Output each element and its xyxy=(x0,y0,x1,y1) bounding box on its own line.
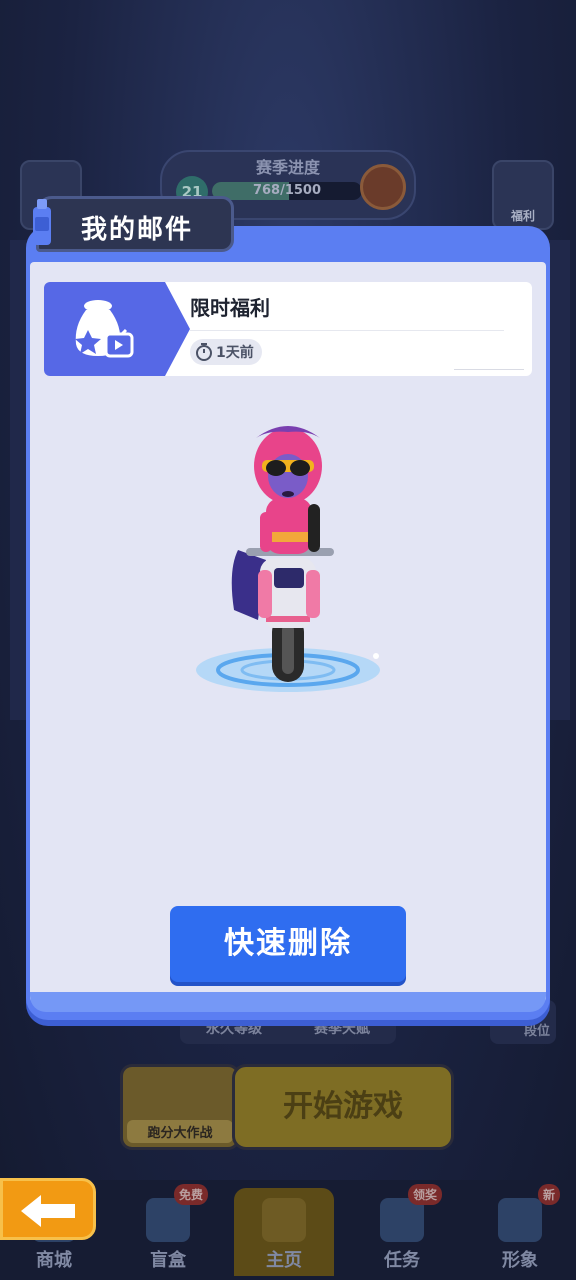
start-game-button: 开始游戏 xyxy=(232,1064,454,1150)
quick-delete-button[interactable]: 快速删除 xyxy=(170,906,406,982)
back-button[interactable] xyxy=(0,1178,96,1240)
season-reward-icon xyxy=(360,164,406,210)
season-progress-count: 768/1500 xyxy=(252,183,322,198)
nav-badge-reward: 领奖 xyxy=(407,1184,442,1205)
mail-item-title: 限时福利 xyxy=(190,296,270,320)
nav-item-home: 主页 xyxy=(234,1188,334,1276)
clock-icon xyxy=(196,343,212,361)
nav-label-shop: 商城 xyxy=(36,1250,72,1271)
nav-badge-free: 免费 xyxy=(173,1184,208,1205)
rank-label: 段位 xyxy=(523,1024,550,1039)
mail-item-time-text: 1天前 xyxy=(216,345,254,361)
gift-bag-video-icon xyxy=(75,300,134,358)
back-arrow-icon xyxy=(21,1195,75,1227)
mail-item-time: 1天前 xyxy=(190,339,262,365)
game-mode-label: 跑分大作战 xyxy=(127,1120,233,1143)
nav-item-tasks: 领奖 任务 xyxy=(352,1184,452,1276)
nav-label-avatar: 形象 xyxy=(502,1250,538,1271)
avatar-hat-icon xyxy=(498,1198,542,1242)
mail-dialog-title-tag: 我的邮件 xyxy=(33,196,234,252)
mail-item-divider xyxy=(190,330,504,331)
nav-label-home: 主页 xyxy=(266,1250,302,1271)
nav-badge-new: 新 xyxy=(537,1184,560,1205)
nav-item-avatar: 新 形象 xyxy=(470,1184,570,1276)
nav-label-blindbox: 盲盒 xyxy=(150,1250,186,1271)
welfare-label: 福利 xyxy=(510,209,535,223)
nav-item-blindbox: 免费 盲盒 xyxy=(118,1184,218,1276)
home-icon xyxy=(262,1198,306,1242)
game-mode-card: 跑分大作战 xyxy=(120,1064,240,1150)
mail-item-icon-box xyxy=(44,282,160,376)
permanent-level-tab: 永久等级 xyxy=(206,1021,262,1037)
season-talent-tab: 赛季天赋 xyxy=(314,1021,370,1037)
mail-item-corner-deco xyxy=(454,360,524,370)
nav-label-tasks: 任务 xyxy=(384,1250,420,1271)
spray-can-icon xyxy=(33,199,51,245)
character-on-scooter-image xyxy=(196,426,380,692)
mail-dialog-title: 我的邮件 xyxy=(81,215,194,245)
mail-item[interactable]: 限时福利 1天前 xyxy=(44,282,532,376)
mail-dialog-footer-stripe xyxy=(30,992,546,1012)
welfare-button: 福利 xyxy=(492,160,554,230)
